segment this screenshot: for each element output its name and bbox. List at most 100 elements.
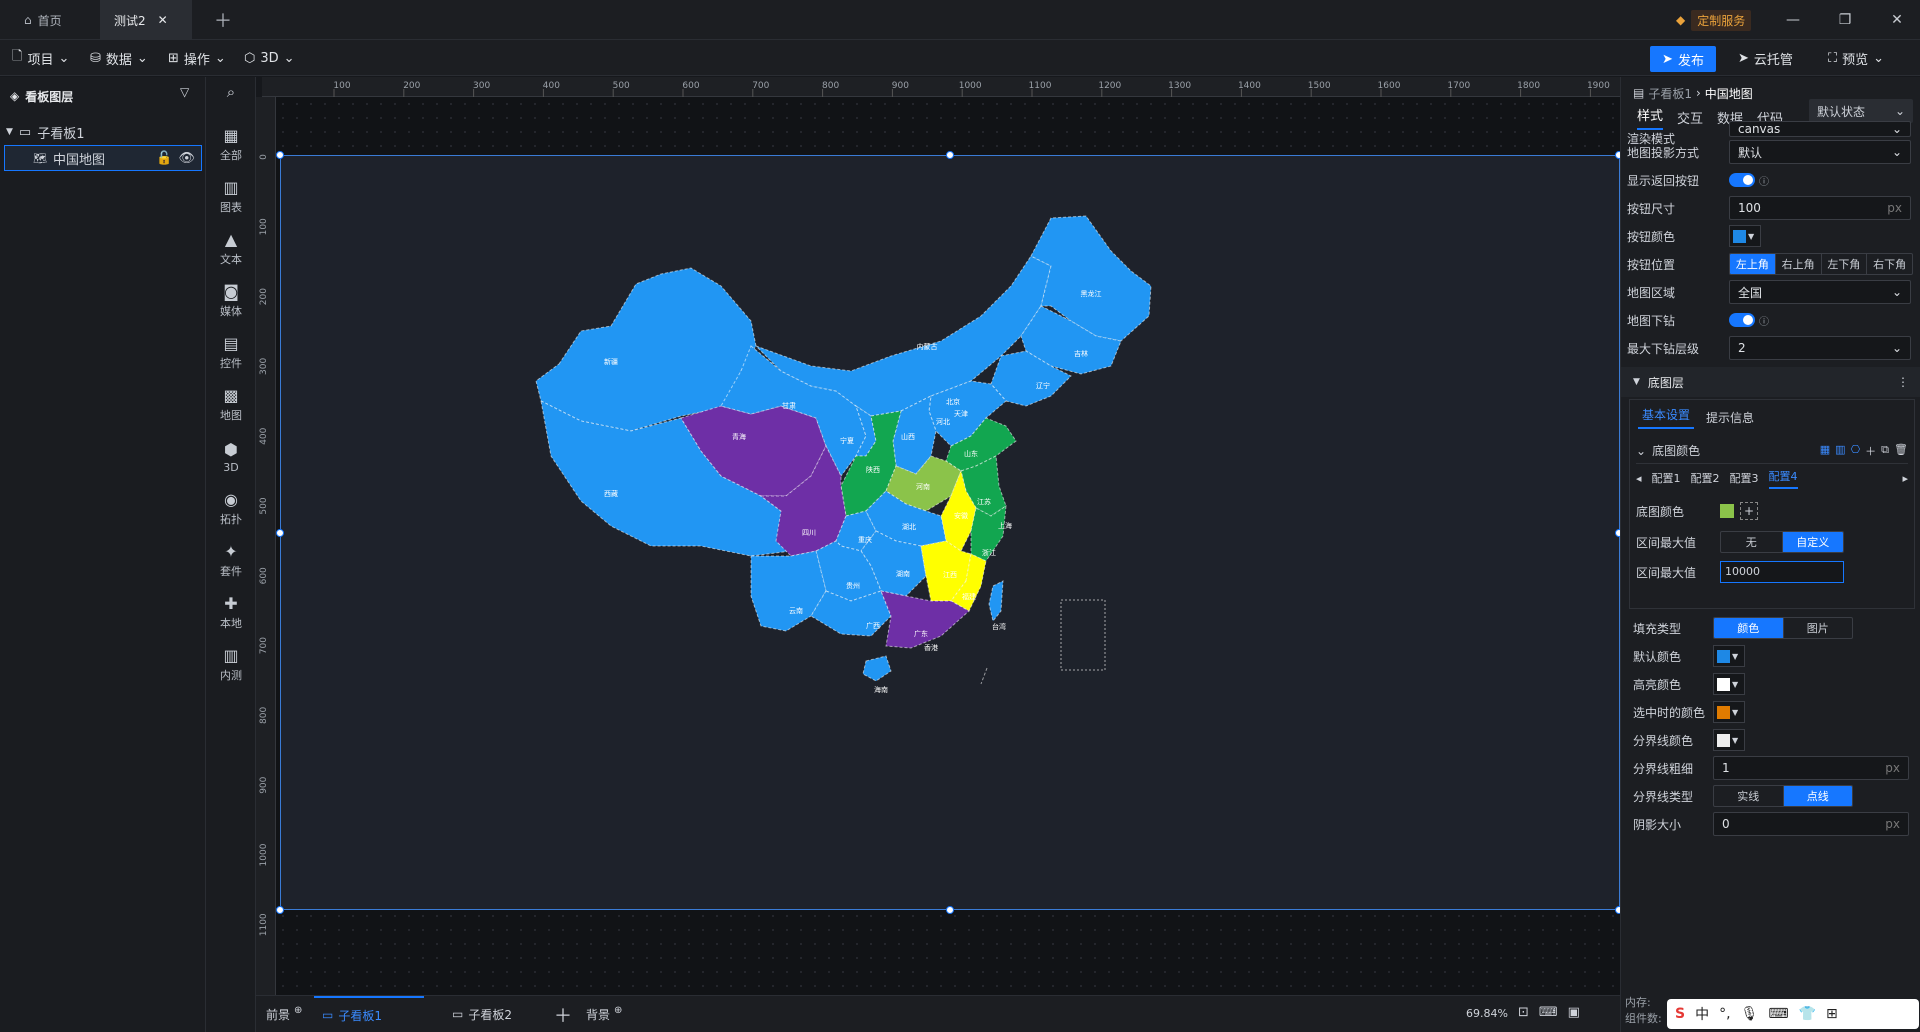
selected-color-picker[interactable]: ▼ (1713, 701, 1745, 723)
pos-top-left[interactable]: 左上角 (1730, 254, 1776, 274)
shadow-input[interactable]: 0 px (1713, 812, 1909, 836)
background-tab[interactable]: 背景 ⊕ (586, 1005, 622, 1023)
layout-icon[interactable]: ▥ (1835, 443, 1845, 459)
eye-icon[interactable]: 👁 (178, 151, 195, 166)
subtab-basic[interactable]: 基本设置 (1638, 406, 1695, 429)
color-group-header[interactable]: ⌄ 底图颜色 ▦ ▥ ⎔ ＋ ⧉ 🗑 (1636, 438, 1908, 464)
config-tab-3[interactable]: 配置3 (1730, 470, 1759, 486)
component-kit[interactable]: ✦ 套件 (206, 535, 256, 587)
pos-top-right[interactable]: 右上角 (1776, 254, 1822, 274)
component-grid[interactable]: ▦ 全部 (206, 119, 256, 171)
tab-test2[interactable]: 测试2 ✕ (100, 0, 192, 40)
unlock-icon[interactable]: 🔓 (156, 151, 172, 166)
range-mode-none[interactable]: 无 (1721, 532, 1783, 552)
close-icon[interactable]: ✕ (158, 13, 168, 27)
component-text[interactable]: ▲ 文本 (206, 223, 256, 275)
tab-home[interactable]: ⌂ 首页 (10, 0, 76, 40)
border-color-picker[interactable]: ▼ (1713, 729, 1745, 751)
delete-icon[interactable]: 🗑 (1894, 443, 1908, 459)
resize-handle[interactable] (946, 151, 954, 159)
config-tab-4[interactable]: 配置4 (1768, 468, 1798, 489)
preview-button[interactable]: ⛶ 预览 ⌄ (1828, 40, 1884, 76)
config-tab-1[interactable]: 配置1 (1652, 470, 1681, 486)
fit-screen-icon[interactable]: ⊡ (1518, 1005, 1529, 1020)
custom-service-button[interactable]: ◆ 定制服务 (1676, 8, 1752, 32)
table-icon[interactable]: ▦ (1820, 443, 1830, 459)
add-icon[interactable]: ＋ (1865, 443, 1876, 459)
component-local[interactable]: ✚ 本地 (206, 587, 256, 639)
component-topology[interactable]: ◉ 拓扑 (206, 483, 256, 535)
province-hainan[interactable] (862, 655, 892, 682)
arrow-left-icon[interactable]: ◂ (1636, 472, 1642, 485)
board-tab-2[interactable]: ▭ 子看板2 (444, 996, 544, 1032)
mic-icon[interactable]: 🎙 (1741, 1006, 1759, 1022)
foreground-tab[interactable]: 前景 ⊕ (266, 1005, 302, 1023)
pos-bottom-right[interactable]: 右下角 (1867, 254, 1912, 274)
palette-icon[interactable]: ⎔ (1851, 443, 1861, 459)
restore-button[interactable]: ❐ (1822, 0, 1868, 40)
fill-type-color[interactable]: 颜色 (1714, 618, 1784, 638)
default-color-picker[interactable]: ▼ (1713, 645, 1745, 667)
terminal-icon[interactable]: ▣ (1568, 1005, 1580, 1020)
component-media[interactable]: ◙ 媒体 (206, 275, 256, 327)
border-type-solid[interactable]: 实线 (1714, 786, 1784, 806)
resize-handle[interactable] (946, 906, 954, 914)
menu-project[interactable]: 🗋 项目 ⌄ (12, 40, 69, 76)
new-tab-button[interactable]: ＋ (200, 0, 246, 40)
add-icon[interactable]: ⊕ (614, 1005, 622, 1016)
state-select[interactable]: 默认状态 ⌄ (1809, 99, 1913, 123)
border-width-input[interactable]: 1 px (1713, 756, 1909, 780)
pos-bottom-left[interactable]: 左下角 (1822, 254, 1868, 274)
board-tab-1[interactable]: ▭ 子看板1 (314, 996, 424, 1032)
province-yunnan[interactable] (750, 550, 827, 632)
base-color-swatch[interactable] (1720, 504, 1734, 518)
range-mode-custom[interactable]: 自定义 (1782, 532, 1843, 552)
arrow-right-icon[interactable]: ▸ (1902, 472, 1908, 485)
province-taiwan[interactable] (988, 580, 1004, 623)
search-icon[interactable]: ⌕ (206, 83, 256, 101)
china-map[interactable]: 新疆西藏 青海 甘肃 内蒙古 黑龙江吉林辽宁北京天津河北山西山东 宁夏陕西河南江苏安徽上海… (281, 156, 1621, 911)
component-control[interactable]: ▤ 控件 (206, 327, 256, 379)
keyboard-icon[interactable]: ⌨ (1768, 1006, 1788, 1022)
component-map[interactable]: ▩ 地图 (206, 379, 256, 431)
component-chart[interactable]: ▥ 图表 (206, 171, 256, 223)
resize-handle[interactable] (276, 529, 284, 537)
border-type-dotted[interactable]: 点线 (1783, 786, 1852, 806)
fill-type-segment[interactable]: 颜色 图片 (1713, 617, 1853, 639)
publish-button[interactable]: ➤ 发布 (1650, 46, 1716, 72)
button-position-segment[interactable]: 左上角 右上角 左下角 右下角 (1729, 253, 1913, 275)
component-beta[interactable]: ▥ 内测 (206, 639, 256, 691)
button-size-input[interactable]: 100 px (1729, 196, 1911, 220)
tree-board-item[interactable]: ▼ ▭ 子看板1 (6, 119, 200, 145)
filter-icon[interactable]: ▽ (180, 85, 189, 99)
more-icon[interactable]: ⋮ (1897, 375, 1909, 389)
show-back-toggle[interactable] (1729, 173, 1755, 187)
subtab-tooltip[interactable]: 提示信息 (1706, 409, 1754, 426)
ime-toolbar[interactable]: S 中 °, 🎙 ⌨ 👕 ⊞ (1667, 999, 1919, 1029)
section-base-layer[interactable]: ▼ 底图层 ⋮ (1621, 367, 1920, 397)
resize-handle[interactable] (276, 906, 284, 914)
dashboard-board[interactable]: 新疆 西藏 青海 甘肃 内蒙古 黑龙江 吉林 辽宁 北京 天津 河北 山西 山东 宁夏 陕西 河南 江苏 安徽 上海… (276, 151, 1623, 914)
highlight-color-picker[interactable]: ▼ (1713, 673, 1745, 695)
shirt-icon[interactable]: 👕 (1799, 1006, 1816, 1022)
cloud-hosting-button[interactable]: ➤ 云托管 (1738, 40, 1793, 76)
grid-icon[interactable]: ⊞ (1826, 1006, 1838, 1022)
button-color-picker[interactable]: ▼ (1729, 225, 1761, 247)
drill-toggle[interactable] (1729, 313, 1755, 327)
tree-layer-item[interactable]: 🗺 中国地图 🔓 👁 (4, 145, 202, 171)
border-type-segment[interactable]: 实线 点线 (1713, 785, 1853, 807)
map-region-select[interactable]: 全国 ⌄ (1729, 280, 1911, 304)
copy-icon[interactable]: ⧉ (1881, 443, 1889, 459)
close-window-button[interactable]: ✕ (1874, 0, 1920, 40)
menu-data[interactable]: ⛁ 数据 ⌄ (90, 40, 148, 76)
keyboard-icon[interactable]: ⌨ (1539, 1005, 1558, 1020)
menu-operation[interactable]: ⊞ 操作 ⌄ (168, 40, 226, 76)
projection-select[interactable]: 默认 ⌄ (1729, 140, 1911, 164)
fill-type-image[interactable]: 图片 (1784, 618, 1853, 638)
add-board-button[interactable]: ＋ (554, 1002, 572, 1028)
minimize-button[interactable]: — (1770, 0, 1816, 40)
component-cube[interactable]: ⬢ 3D (206, 431, 256, 483)
add-color-button[interactable]: + (1740, 502, 1758, 520)
menu-3d[interactable]: ⬡ 3D ⌄ (244, 40, 295, 76)
range-max-mode-segment[interactable]: 无 自定义 (1720, 531, 1844, 553)
